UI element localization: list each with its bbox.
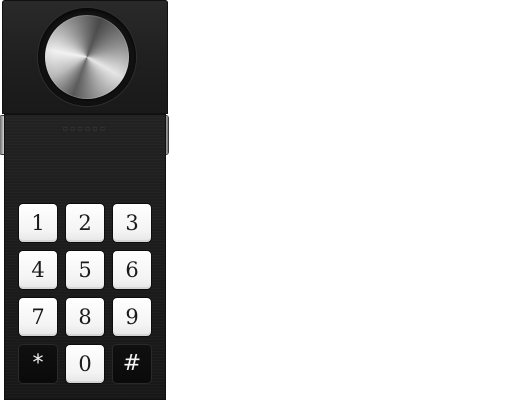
key-label: 3 [125,210,139,235]
key-hash[interactable]: # [113,345,151,383]
key-5[interactable]: 5 [66,251,104,289]
key-label: 9 [125,304,139,329]
knob-module [2,0,168,114]
key-0[interactable]: 0 [66,345,104,383]
key-2[interactable]: 2 [66,204,104,242]
key-1[interactable]: 1 [19,204,57,242]
keypad-module: ▫▫▫▫▫▫ 1 2 3 4 5 6 7 8 9 * 0 # [4,114,166,400]
key-label: * [32,351,44,376]
key-label: 0 [78,351,92,376]
key-9[interactable]: 9 [113,298,151,336]
key-3[interactable]: 3 [113,204,151,242]
key-label: 1 [31,210,45,235]
call-button-knob[interactable] [45,15,129,99]
key-label: 5 [78,257,92,282]
key-star[interactable]: * [19,345,57,383]
knob-bezel [38,8,136,106]
brand-mark: ▫▫▫▫▫▫ [62,124,108,133]
key-6[interactable]: 6 [113,251,151,289]
key-label: # [122,351,142,376]
key-label: 8 [78,304,92,329]
key-label: 6 [125,257,139,282]
key-4[interactable]: 4 [19,251,57,289]
intercom-device: ▫▫▫▫▫▫ 1 2 3 4 5 6 7 8 9 * 0 # [0,0,530,400]
key-label: 7 [31,304,45,329]
key-7[interactable]: 7 [19,298,57,336]
key-label: 4 [31,257,45,282]
key-label: 2 [78,210,92,235]
key-8[interactable]: 8 [66,298,104,336]
